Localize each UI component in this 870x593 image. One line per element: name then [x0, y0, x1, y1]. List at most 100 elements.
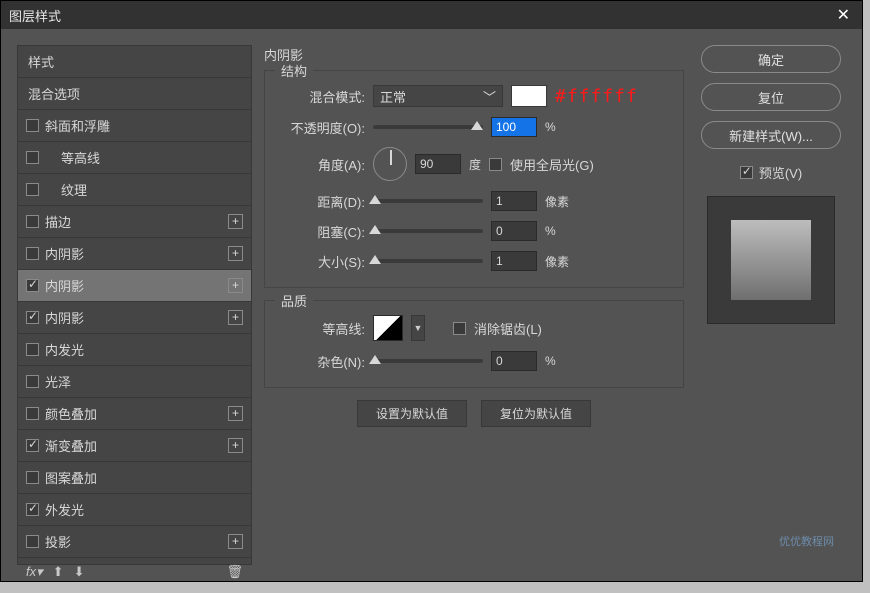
style-label: 颜色叠加 [45, 404, 97, 423]
quality-fieldset: 品质 等高线: ▼ 消除锯齿(L) 杂色(N): % [264, 300, 684, 388]
watermark: 优优教程网 [779, 533, 834, 549]
style-checkbox[interactable] [26, 375, 39, 388]
ok-button[interactable]: 确定 [701, 45, 841, 73]
dialog-title: 图层样式 [9, 6, 61, 25]
style-label: 内阴影 [45, 276, 84, 295]
section-title: 内阴影 [264, 45, 684, 64]
style-label: 内阴影 [45, 244, 84, 263]
preview-checkbox[interactable] [740, 166, 753, 179]
distance-slider[interactable] [373, 199, 483, 203]
fx-icon[interactable]: fx▾ [26, 564, 43, 580]
style-checkbox[interactable] [26, 407, 39, 420]
settings-panel: 内阴影 结构 混合模式: 正常 ﹀ #ffffff 不透明度(O): % [264, 45, 684, 565]
global-light-label: 使用全局光(G) [510, 155, 594, 174]
opacity-label: 不透明度(O): [281, 118, 365, 137]
styles-list: 样式 混合选项 斜面和浮雕等高线纹理描边+内阴影+内阴影+内阴影+内发光光泽颜色… [17, 45, 252, 565]
blending-options[interactable]: 混合选项 [18, 78, 251, 110]
noise-label: 杂色(N): [281, 352, 365, 371]
add-effect-icon[interactable]: + [228, 406, 243, 421]
style-checkbox[interactable] [26, 311, 39, 324]
angle-label: 角度(A): [281, 155, 365, 174]
add-effect-icon[interactable]: + [228, 438, 243, 453]
choke-input[interactable] [491, 221, 537, 241]
styles-footer: fx▾ ⬆ ⬇ 🗑 [18, 558, 251, 586]
add-effect-icon[interactable]: + [228, 214, 243, 229]
style-item[interactable]: 内发光 [18, 334, 251, 366]
structure-legend: 结构 [275, 61, 313, 80]
style-checkbox[interactable] [26, 343, 39, 356]
contour-label: 等高线: [281, 319, 365, 338]
style-item[interactable]: 光泽 [18, 366, 251, 398]
style-label: 纹理 [45, 180, 87, 199]
style-label: 描边 [45, 212, 71, 231]
distance-input[interactable] [491, 191, 537, 211]
angle-input[interactable] [415, 154, 461, 174]
style-item[interactable]: 纹理 [18, 174, 251, 206]
style-checkbox[interactable] [26, 471, 39, 484]
new-style-button[interactable]: 新建样式(W)... [701, 121, 841, 149]
layer-style-dialog: 图层样式 ✕ 样式 混合选项 斜面和浮雕等高线纹理描边 + 内阴影 + 内阴影 + 内阴影 +… [0, 0, 863, 582]
preview-thumbnail [707, 196, 835, 324]
style-checkbox[interactable] [26, 535, 39, 548]
add-effect-icon[interactable]: + [228, 246, 243, 261]
noise-input[interactable] [491, 351, 537, 371]
style-item[interactable]: 颜色叠加 + [18, 398, 251, 430]
style-label: 投影 [45, 532, 71, 551]
style-item[interactable]: 图案叠加 [18, 462, 251, 494]
style-item[interactable]: 描边 + [18, 206, 251, 238]
style-item[interactable]: 渐变叠加 + [18, 430, 251, 462]
angle-dial[interactable] [373, 147, 407, 181]
close-icon[interactable]: ✕ [833, 5, 854, 25]
add-effect-icon[interactable]: + [228, 278, 243, 293]
arrow-up-icon[interactable]: ⬆ [53, 564, 64, 580]
style-checkbox[interactable] [26, 279, 39, 292]
color-annotation: #ffffff [555, 86, 638, 107]
style-checkbox[interactable] [26, 247, 39, 260]
preview-label: 预览(V) [759, 163, 802, 182]
style-item[interactable]: 等高线 [18, 142, 251, 174]
style-checkbox[interactable] [26, 151, 39, 164]
style-checkbox[interactable] [26, 183, 39, 196]
arrow-down-icon[interactable]: ⬇ [74, 564, 85, 580]
style-checkbox[interactable] [26, 439, 39, 452]
reset-default-button[interactable]: 复位为默认值 [481, 400, 591, 427]
cancel-button[interactable]: 复位 [701, 83, 841, 111]
style-checkbox[interactable] [26, 215, 39, 228]
add-effect-icon[interactable]: + [228, 310, 243, 325]
distance-label: 距离(D): [281, 192, 365, 211]
size-slider[interactable] [373, 259, 483, 263]
style-label: 光泽 [45, 372, 71, 391]
opacity-slider[interactable] [373, 125, 483, 129]
antialias-checkbox[interactable] [453, 322, 466, 335]
style-label: 渐变叠加 [45, 436, 97, 455]
titlebar: 图层样式 ✕ [1, 1, 862, 29]
style-item[interactable]: 投影 + [18, 526, 251, 558]
chevron-down-icon: ▼ [414, 323, 423, 333]
style-label: 斜面和浮雕 [45, 116, 110, 135]
opacity-input[interactable] [491, 117, 537, 137]
style-label: 图案叠加 [45, 468, 97, 487]
action-panel: 确定 复位 新建样式(W)... 预览(V) [696, 45, 846, 565]
contour-dropdown[interactable]: ▼ [411, 315, 425, 341]
add-effect-icon[interactable]: + [228, 534, 243, 549]
style-item[interactable]: 斜面和浮雕 [18, 110, 251, 142]
blend-mode-label: 混合模式: [281, 87, 365, 106]
style-item[interactable]: 内阴影+ [18, 302, 251, 334]
choke-slider[interactable] [373, 229, 483, 233]
quality-legend: 品质 [275, 291, 313, 310]
size-input[interactable] [491, 251, 537, 271]
trash-icon[interactable]: 🗑 [226, 564, 243, 580]
blend-mode-select[interactable]: 正常 ﹀ [373, 85, 503, 107]
styles-header: 样式 [18, 46, 251, 78]
contour-swatch[interactable] [373, 315, 403, 341]
style-checkbox[interactable] [26, 503, 39, 516]
style-item[interactable]: 外发光 [18, 494, 251, 526]
global-light-checkbox[interactable] [489, 158, 502, 171]
make-default-button[interactable]: 设置为默认值 [357, 400, 467, 427]
noise-slider[interactable] [373, 359, 483, 363]
dialog-content: 样式 混合选项 斜面和浮雕等高线纹理描边 + 内阴影 + 内阴影 + 内阴影 + 内发光光泽颜色… [1, 29, 862, 581]
style-item[interactable]: 内阴影 + [18, 270, 251, 302]
style-checkbox[interactable] [26, 119, 39, 132]
color-swatch[interactable] [511, 85, 547, 107]
style-item[interactable]: 内阴影 + [18, 238, 251, 270]
